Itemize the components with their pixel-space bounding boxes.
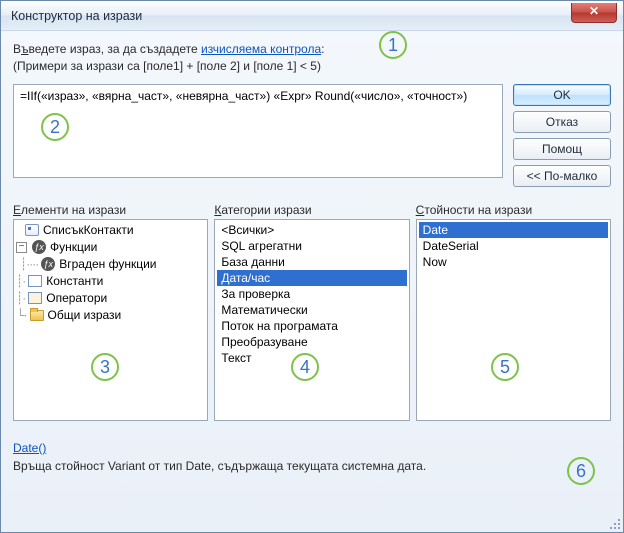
values-pane: Стойности на изрази DateDateSerialNow: [416, 203, 611, 421]
value-item[interactable]: DateSerial: [419, 238, 608, 254]
category-item[interactable]: Дата/час: [217, 270, 406, 286]
constants-icon: [27, 273, 43, 289]
category-item[interactable]: Текст: [217, 350, 406, 366]
values-label: Стойности на изрази: [416, 203, 611, 217]
top-row: OK Отказ Помощ << По-малко: [13, 84, 611, 187]
tree-item-functions[interactable]: − ƒx Функции: [16, 239, 205, 256]
category-item[interactable]: SQL агрегатни: [217, 238, 406, 254]
resize-grip[interactable]: [608, 517, 620, 529]
intro-text: Въведете израз, за да създадете изчисляе…: [13, 41, 611, 76]
expression-builder-window: Конструктор на изрази ✕ Въведете израз, …: [0, 0, 624, 533]
function-description: Връща стойност Variant от тип Date, съдъ…: [13, 459, 426, 473]
category-item[interactable]: Математически: [217, 302, 406, 318]
elements-label: Елементи на изрази: [13, 203, 208, 217]
categories-pane: Категории изрази <Всички>SQL агрегатниБа…: [214, 203, 409, 421]
button-column: OK Отказ Помощ << По-малко: [513, 84, 611, 187]
elements-tree[interactable]: СписъкКонтакти − ƒx Функции ┊···· ƒx Вгр…: [13, 219, 208, 421]
operators-icon: [27, 290, 43, 306]
window-title: Конструктор на изрази: [11, 9, 142, 23]
function-link[interactable]: Date(): [13, 441, 46, 455]
value-item[interactable]: Now: [419, 254, 608, 270]
elements-pane: Елементи на изрази СписъкКонтакти − ƒx Ф…: [13, 203, 208, 421]
description-area: Date() Връща стойност Variant от тип Dat…: [13, 439, 611, 475]
tree-item-operators[interactable]: ┊· Оператори: [16, 290, 205, 307]
category-item[interactable]: База данни: [217, 254, 406, 270]
tree-item-constants[interactable]: ┊· Константи: [16, 273, 205, 290]
expression-input[interactable]: [13, 84, 503, 178]
cancel-button[interactable]: Отказ: [513, 111, 611, 133]
help-button[interactable]: Помощ: [513, 138, 611, 160]
tree-item-builtin-functions[interactable]: ┊···· ƒx Вграден функции: [16, 256, 205, 273]
values-list[interactable]: DateDateSerialNow: [416, 219, 611, 421]
close-button[interactable]: ✕: [571, 3, 617, 23]
panes-row: Елементи на изрази СписъкКонтакти − ƒx Ф…: [13, 203, 611, 421]
category-item[interactable]: За проверка: [217, 286, 406, 302]
fx-icon: ƒx: [31, 239, 47, 255]
ok-button[interactable]: OK: [513, 84, 611, 106]
collapse-icon[interactable]: −: [16, 242, 27, 253]
intro-examples: (Примери за изрази са [поле1] + [поле 2]…: [13, 59, 321, 73]
tree-item-contactlist[interactable]: СписъкКонтакти: [16, 222, 205, 239]
categories-list[interactable]: <Всички>SQL агрегатниБаза данниДата/часЗ…: [214, 219, 409, 421]
less-button[interactable]: << По-малко: [513, 165, 611, 187]
tree-item-common-expressions[interactable]: └· Общи изрази: [16, 307, 205, 324]
value-item[interactable]: Date: [419, 222, 608, 238]
category-item[interactable]: <Всички>: [217, 222, 406, 238]
category-item[interactable]: Поток на програмата: [217, 318, 406, 334]
titlebar: Конструктор на изрази ✕: [1, 1, 623, 31]
calculated-control-link[interactable]: изчисляема контрола: [201, 42, 321, 56]
categories-label: Категории изрази: [214, 203, 409, 217]
content-area: Въведете израз, за да създадете изчисляе…: [1, 31, 623, 483]
form-icon: [24, 222, 40, 238]
fx-icon: ƒx: [40, 256, 56, 272]
category-item[interactable]: Преобразуване: [217, 334, 406, 350]
folder-icon: [29, 307, 45, 323]
